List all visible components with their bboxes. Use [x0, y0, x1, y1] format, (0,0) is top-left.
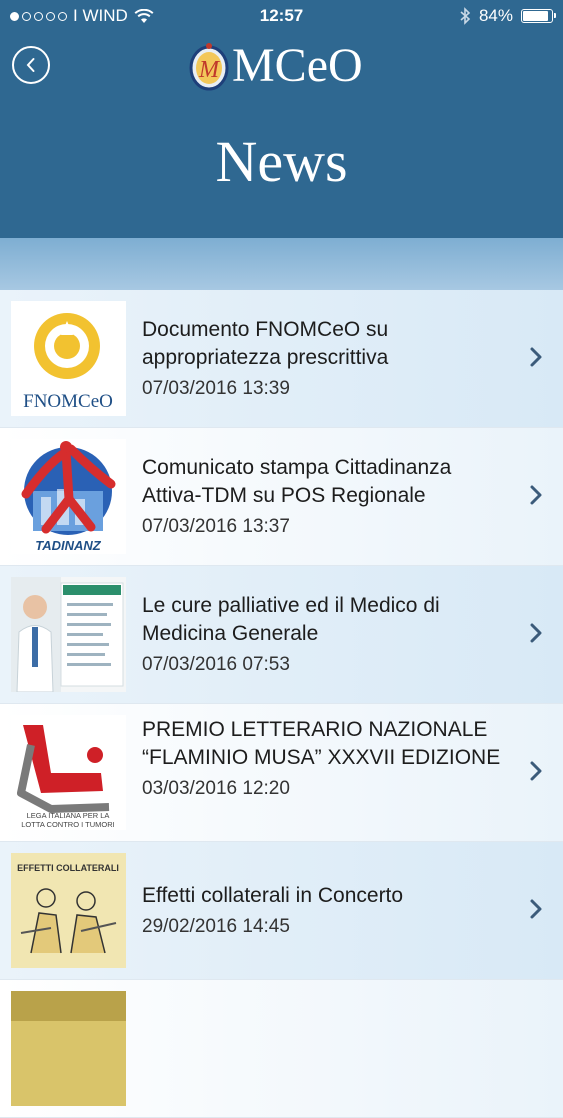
- cittadinanza-attiva-logo-thumbnail: TADINANZ: [11, 439, 126, 554]
- logo-letter: M: [198, 57, 221, 83]
- lilt-logo-thumbnail: LEGA ITALIANA PER LA LOTTA CONTRO I TUMO…: [11, 715, 126, 830]
- fnomceo-logo-thumbnail: FNOMCeO: [11, 301, 126, 416]
- news-item[interactable]: EFFETTI COLLATERALI Effetti collaterali …: [0, 842, 563, 980]
- news-date: 29/02/2016 14:45: [142, 916, 290, 937]
- thumbnail-text: LEGA ITALIANA PER LA: [27, 811, 110, 820]
- status-right-group: 84%: [460, 6, 556, 26]
- battery-icon: [521, 9, 556, 23]
- news-item[interactable]: TADINANZ Comunicato stampa Cittadinanza …: [0, 428, 563, 566]
- battery-percent: 84%: [478, 6, 513, 25]
- chevron-right-icon: [530, 623, 542, 643]
- news-title: Effetti collaterali in Concerto: [142, 884, 404, 907]
- chevron-left-icon: [26, 58, 35, 72]
- back-button[interactable]: [12, 46, 50, 84]
- header-divider-band: [0, 238, 563, 290]
- app-logo: M MCeO: [188, 38, 363, 93]
- logo-text: MCeO: [232, 39, 363, 92]
- page-title: News: [215, 129, 348, 194]
- news-date: 07/03/2016 13:39: [142, 378, 290, 399]
- chevron-right-icon: [530, 485, 542, 505]
- news-title: Documento FNOMCeO su appropriatezza pres…: [142, 318, 389, 369]
- thumbnail-text: FNOMCeO: [23, 391, 113, 412]
- thumbnail-text: LOTTA CONTRO I TUMORI: [21, 820, 114, 829]
- concert-poster-thumbnail: EFFETTI COLLATERALI: [11, 853, 126, 968]
- bluetooth-icon: [460, 7, 471, 25]
- news-item-partial[interactable]: [0, 980, 563, 1118]
- news-item[interactable]: Le cure palliative ed il Medico di Medic…: [0, 566, 563, 704]
- news-item[interactable]: FNOMCeO Documento FNOMCeO su appropriate…: [0, 290, 563, 428]
- palliative-care-brochure-thumbnail: [11, 577, 126, 692]
- thumbnail-text: EFFETTI COLLATERALI: [17, 863, 119, 873]
- news-date: 03/03/2016 12:20: [142, 778, 290, 799]
- news-date: 07/03/2016 07:53: [142, 654, 290, 675]
- news-list: FNOMCeO Documento FNOMCeO su appropriate…: [0, 290, 563, 1118]
- app-header: M MCeO News: [0, 32, 563, 238]
- news-item[interactable]: LEGA ITALIANA PER LA LOTTA CONTRO I TUMO…: [0, 704, 563, 842]
- logo-emblem-icon: M: [189, 42, 229, 90]
- news-date: 07/03/2016 13:37: [142, 516, 290, 537]
- chevron-right-icon: [530, 899, 542, 919]
- status-bar: I WIND 12:57 84%: [0, 0, 563, 32]
- chevron-right-icon: [530, 761, 542, 781]
- thumbnail-text: TADINANZ: [35, 538, 102, 553]
- news-title: Le cure palliative ed il Medico di Medic…: [142, 594, 440, 645]
- news-thumbnail: [11, 991, 126, 1106]
- news-title: Comunicato stampa Cittadinanza Attiva-TD…: [142, 456, 452, 507]
- chevron-right-icon: [530, 347, 542, 367]
- news-title: PREMIO LETTERARIO NAZIONALE “FLAMINIO MU…: [142, 718, 501, 769]
